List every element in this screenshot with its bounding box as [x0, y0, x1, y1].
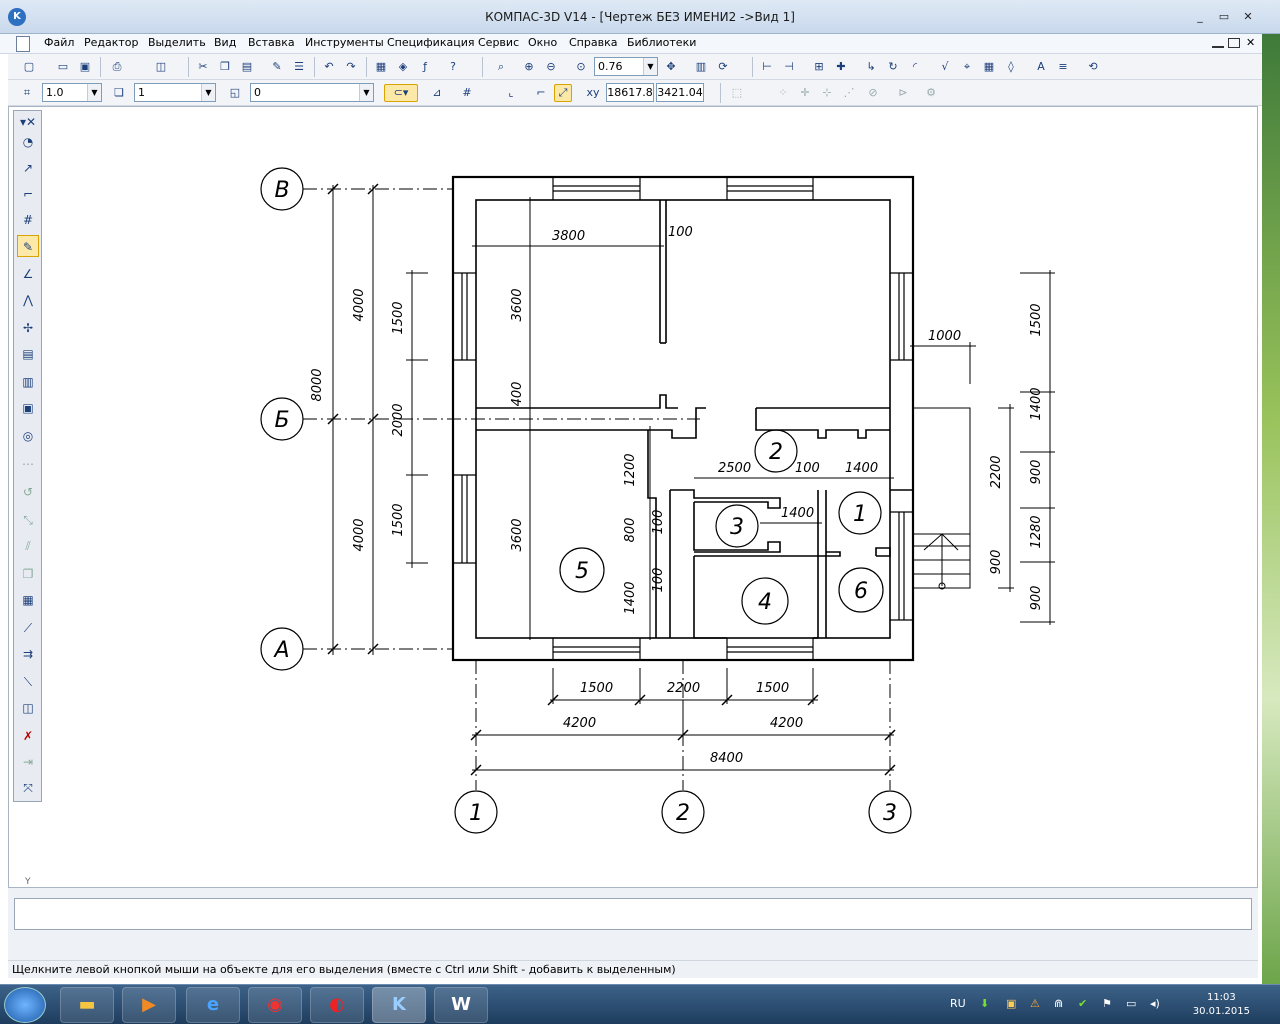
- axis-label-row-a: А: [272, 638, 289, 663]
- tray-security-icon[interactable]: ⚠: [1030, 997, 1040, 1010]
- taskbar-word[interactable]: W: [434, 987, 488, 1023]
- dim-1500-bottom-left: 1500: [580, 681, 613, 696]
- dim-1500-bottom-right: 1500: [756, 681, 789, 696]
- taskbar-app-red[interactable]: ◐: [310, 987, 364, 1023]
- dim-2000: 2000: [391, 403, 406, 436]
- tray-check-icon[interactable]: ✔: [1078, 997, 1087, 1010]
- dim-1500-left-top: 1500: [391, 301, 406, 334]
- status-hint: Щелкните левой кнопкой мыши на объекте д…: [12, 963, 676, 976]
- dim-1400-right: 1400: [1029, 387, 1044, 420]
- dim-2200-bottom: 2200: [667, 681, 700, 696]
- dim-4000-bottom: 4000: [352, 518, 367, 551]
- dim-1400-left: 1400: [623, 581, 638, 614]
- play-icon: ▶: [142, 994, 156, 1015]
- dim-100-mid: 100: [795, 461, 820, 476]
- dim-900-right-a: 900: [1029, 460, 1044, 485]
- taskbar-explorer[interactable]: ▬: [60, 987, 114, 1023]
- dim-1200: 1200: [623, 453, 638, 486]
- dim-3800: 3800: [552, 229, 585, 244]
- dim-900-right-c: 900: [989, 550, 1004, 575]
- kompas-icon: K: [392, 994, 406, 1015]
- axis-label-col-1: 1: [469, 801, 483, 826]
- dim-3600-bottom: 3600: [510, 518, 525, 551]
- tray-app-icon[interactable]: ▣: [1006, 997, 1016, 1010]
- dim-800: 800: [623, 518, 638, 543]
- dim-2200-right: 2200: [989, 455, 1004, 488]
- dim-4200-left: 4200: [563, 716, 596, 731]
- dim-1500-left-bottom: 1500: [391, 503, 406, 536]
- axis-label-col-3: 3: [883, 801, 897, 826]
- axis-label-row-b: Б: [274, 408, 289, 433]
- folder-icon: ▬: [78, 994, 96, 1015]
- taskbar-kompas[interactable]: K: [372, 987, 426, 1023]
- app-red-icon: ◐: [329, 994, 345, 1015]
- dim-100-top: 100: [668, 225, 693, 240]
- tray-flag-icon[interactable]: ⚑: [1102, 997, 1112, 1010]
- word-icon: W: [451, 994, 471, 1015]
- dim-1400-top: 1400: [845, 461, 878, 476]
- dim-1400-mid: 1400: [781, 506, 814, 521]
- tray-volume-icon[interactable]: ◂): [1150, 997, 1160, 1010]
- language-indicator[interactable]: RU: [950, 997, 966, 1010]
- tray-network-icon[interactable]: ⋒: [1054, 997, 1063, 1010]
- dim-4000-top: 4000: [352, 288, 367, 321]
- dim-3600-top: 3600: [510, 288, 525, 321]
- dim-1500-right: 1500: [1029, 303, 1044, 336]
- status-bar: Щелкните левой кнопкой мыши на объекте д…: [8, 960, 1258, 978]
- ie-icon: e: [206, 994, 220, 1015]
- room-number-1: 1: [853, 502, 867, 527]
- chrome-icon: ◉: [267, 994, 283, 1015]
- dim-2500: 2500: [718, 461, 751, 476]
- floor-plan-drawing: В Б А 1 2 3 1 2 3 4 5 6 3800 100 1000 25…: [260, 167, 1055, 834]
- taskbar-ie[interactable]: e: [186, 987, 240, 1023]
- clock[interactable]: 11:03 30.01.2015: [1193, 991, 1250, 1019]
- tray-download-icon[interactable]: ⬇: [980, 997, 989, 1010]
- tray-monitor-icon[interactable]: ▭: [1126, 997, 1136, 1010]
- axis-label-row-v: В: [274, 178, 289, 203]
- taskbar: ▬ ▶ e ◉ ◐ K W RU ⬇ ▣ ⚠ ⋒ ✔ ⚑ ▭ ◂) 11:03 …: [0, 984, 1280, 1024]
- room-number-3: 3: [730, 515, 744, 540]
- room-number-6: 6: [854, 579, 868, 604]
- room-number-4: 4: [758, 590, 772, 615]
- dim-1280: 1280: [1029, 515, 1044, 548]
- taskbar-chrome[interactable]: ◉: [248, 987, 302, 1023]
- dim-100-b: 100: [651, 568, 666, 593]
- dim-100-a: 100: [651, 510, 666, 535]
- taskbar-media-player[interactable]: ▶: [122, 987, 176, 1023]
- start-button[interactable]: [4, 987, 46, 1023]
- clock-time: 11:03: [1206, 992, 1236, 1003]
- axis-label-col-2: 2: [676, 801, 690, 826]
- room-number-2: 2: [769, 440, 783, 465]
- desktop-background: [1262, 34, 1280, 984]
- dim-4200-right: 4200: [770, 716, 803, 731]
- clock-date: 30.01.2015: [1192, 1006, 1250, 1017]
- command-input[interactable]: [14, 898, 1252, 930]
- dim-900-right-b: 900: [1029, 586, 1044, 611]
- dim-8400: 8400: [710, 751, 743, 766]
- dim-1000: 1000: [928, 329, 961, 344]
- dim-8000: 8000: [310, 368, 325, 401]
- dim-400: 400: [510, 382, 525, 407]
- room-number-5: 5: [575, 559, 589, 584]
